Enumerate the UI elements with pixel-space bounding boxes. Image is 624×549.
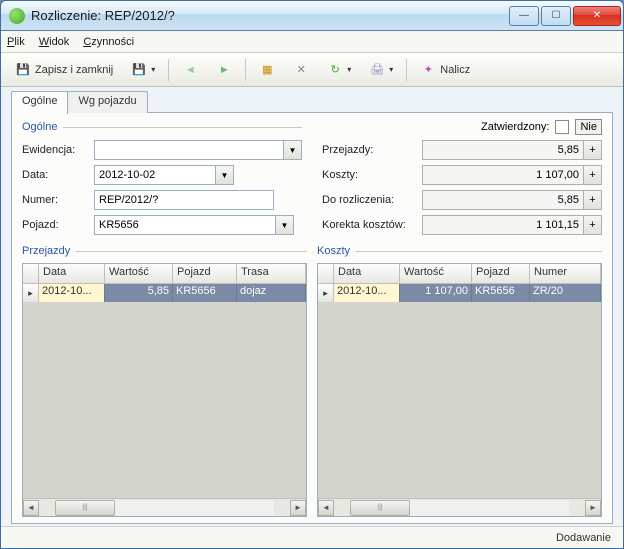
arrow-left-icon: ◄ <box>182 62 198 78</box>
wand-icon: ✦ <box>420 62 436 78</box>
col-numer[interactable]: Numer <box>530 264 601 283</box>
window: Rozliczenie: REP/2012/? — ☐ ✕ Plik Widok… <box>0 0 624 549</box>
label-confirmed: Zatwierdzony: <box>481 121 549 133</box>
col-wartosc[interactable]: Wartość <box>400 264 472 283</box>
input-numer[interactable]: REP/2012/? <box>94 190 274 210</box>
window-title: Rozliczenie: REP/2012/? <box>31 8 509 23</box>
table-row[interactable]: ▸ 2012-10... 5,85 KR5656 dojaz <box>23 284 306 302</box>
nav-back-button[interactable]: ◄ <box>176 58 204 82</box>
grid-trips[interactable]: Data Wartość Pojazd Trasa ▸ 2012-10... 5… <box>22 263 307 517</box>
calc-label: Nalicz <box>440 64 470 76</box>
col-wartosc[interactable]: Wartość <box>105 264 173 283</box>
separator <box>245 59 246 81</box>
statusbar: Dodawanie <box>1 526 623 548</box>
label-data: Data: <box>22 169 94 181</box>
content: Ogólne Wg pojazdu Ogólne Ewidencja: ▼ Da… <box>1 87 623 526</box>
value-koszty: 1 107,00 <box>422 165 584 185</box>
menubar: Plik Widok Czynności <box>1 31 623 53</box>
checkbox-confirmed[interactable] <box>555 120 569 134</box>
tool-button-3[interactable]: ↻▾ <box>321 58 357 82</box>
menu-view[interactable]: Widok <box>39 36 70 48</box>
expand-przejazdy[interactable]: + <box>584 140 602 160</box>
tabstrip: Ogólne Wg pojazdu <box>11 91 613 113</box>
hscrollbar[interactable]: ◄ ||| ► <box>23 498 306 516</box>
input-data[interactable]: 2012-10-02 ▼ <box>94 165 234 185</box>
col-data[interactable]: Data <box>334 264 400 283</box>
separator <box>406 59 407 81</box>
grid-icon: ▦ <box>259 62 275 78</box>
col-pojazd[interactable]: Pojazd <box>472 264 530 283</box>
col-trasa[interactable]: Trasa <box>237 264 306 283</box>
tool-button-2[interactable]: ✕ <box>287 58 315 82</box>
close-button[interactable]: ✕ <box>573 6 621 26</box>
print-button[interactable]: 🖨▾ <box>363 58 399 82</box>
row-indicator-icon: ▸ <box>318 284 334 302</box>
menu-file[interactable]: Plik <box>7 36 25 48</box>
nav-fwd-button[interactable]: ► <box>210 58 238 82</box>
value-przejazdy: 5,85 <box>422 140 584 160</box>
value-dorozl: 5,85 <box>422 190 584 210</box>
col-data[interactable]: Data <box>39 264 105 283</box>
status-text: Dodawanie <box>556 532 611 544</box>
legend-costs: Koszty <box>317 245 602 257</box>
tool-button-1[interactable]: ▦ <box>253 58 281 82</box>
menu-actions[interactable]: Czynności <box>83 36 134 48</box>
titlebar[interactable]: Rozliczenie: REP/2012/? — ☐ ✕ <box>1 1 623 31</box>
label-koszty: Koszty: <box>322 169 422 181</box>
row-indicator-icon: ▸ <box>23 284 39 302</box>
tab-pane: Ogólne Ewidencja: ▼ Data: 2012-10-02 ▼ <box>11 112 613 524</box>
label-ewidencja: Ewidencja: <box>22 144 94 156</box>
hscrollbar[interactable]: ◄ ||| ► <box>318 498 601 516</box>
save-icon: 💾 <box>15 62 31 78</box>
confirmed-text: Nie <box>575 119 602 135</box>
expand-korekta[interactable]: + <box>584 215 602 235</box>
legend-general: Ogólne <box>22 121 302 133</box>
toolbar: 💾 Zapisz i zamknij 💾▾ ◄ ► ▦ ✕ ↻▾ 🖨▾ ✦ Na… <box>1 53 623 87</box>
save-close-button[interactable]: 💾 Zapisz i zamknij <box>9 58 119 82</box>
tab-general[interactable]: Ogólne <box>11 91 68 114</box>
label-dorozl: Do rozliczenia: <box>322 194 422 206</box>
label-przejazdy: Przejazdy: <box>322 144 422 156</box>
legend-trips: Przejazdy <box>22 245 307 257</box>
grid-costs[interactable]: Data Wartość Pojazd Numer ▸ 2012-10... 1… <box>317 263 602 517</box>
dropdown-icon[interactable]: ▼ <box>283 141 301 159</box>
printer-icon: 🖨 <box>369 62 385 78</box>
save-button[interactable]: 💾▾ <box>125 58 161 82</box>
value-korekta: 1 101,15 <box>422 215 584 235</box>
input-ewidencja[interactable]: ▼ <box>94 140 302 160</box>
label-numer: Numer: <box>22 194 94 206</box>
calc-button[interactable]: ✦ Nalicz <box>414 58 476 82</box>
table-row[interactable]: ▸ 2012-10... 1 107,00 KR5656 ZR/20 <box>318 284 601 302</box>
dropdown-icon[interactable]: ▼ <box>275 216 293 234</box>
expand-dorozl[interactable]: + <box>584 190 602 210</box>
disk-icon: 💾 <box>131 62 147 78</box>
save-close-label: Zapisz i zamknij <box>35 64 113 76</box>
input-pojazd[interactable]: KR5656 ▼ <box>94 215 294 235</box>
refresh-icon: ↻ <box>327 62 343 78</box>
label-korekta: Korekta kosztów: <box>322 219 422 231</box>
separator <box>168 59 169 81</box>
wrench-icon: ✕ <box>293 62 309 78</box>
col-pojazd[interactable]: Pojazd <box>173 264 237 283</box>
minimize-button[interactable]: — <box>509 6 539 26</box>
arrow-right-icon: ► <box>216 62 232 78</box>
app-icon <box>9 8 25 24</box>
maximize-button[interactable]: ☐ <box>541 6 571 26</box>
tab-by-vehicle[interactable]: Wg pojazdu <box>67 91 147 113</box>
expand-koszty[interactable]: + <box>584 165 602 185</box>
label-pojazd: Pojazd: <box>22 219 94 231</box>
dropdown-icon[interactable]: ▼ <box>215 166 233 184</box>
